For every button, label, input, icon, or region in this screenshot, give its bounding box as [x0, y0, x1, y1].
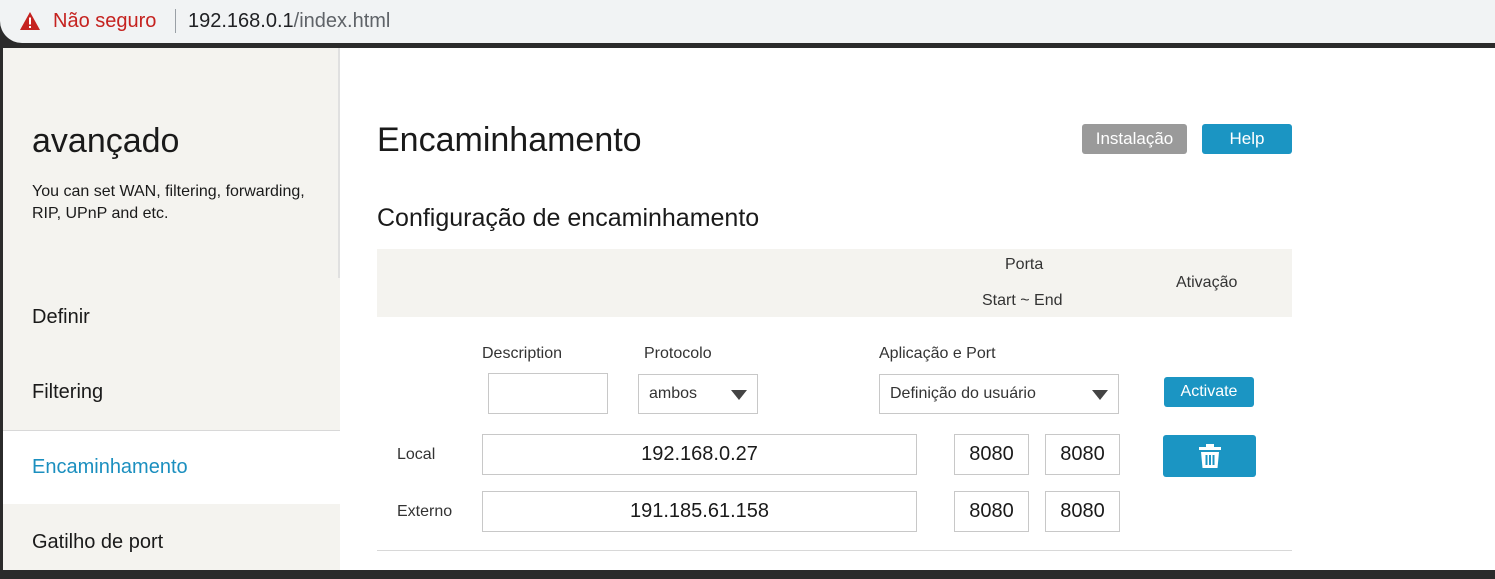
sidebar-item-gatilho-de-port[interactable]: Gatilho de port	[3, 505, 340, 579]
help-button[interactable]: Help	[1202, 124, 1292, 154]
security-status[interactable]: Não seguro	[53, 10, 156, 33]
delete-button[interactable]	[1163, 435, 1256, 477]
caret-down-icon	[731, 390, 747, 400]
external-port-end-input[interactable]: 8080	[1045, 491, 1120, 532]
sidebar-item-definir[interactable]: Definir	[3, 280, 340, 354]
url-host: 192.168.0.1	[188, 10, 294, 32]
protocol-value: ambos	[649, 385, 698, 402]
port-header: Porta	[1005, 256, 1044, 273]
external-port-start-input[interactable]: 8080	[954, 491, 1029, 532]
caret-down-icon	[1092, 390, 1108, 400]
description-input[interactable]	[488, 373, 608, 414]
local-port-end-input[interactable]: 8080	[1045, 434, 1120, 475]
sidebar-description: You can set WAN, filtering, forwarding, …	[32, 183, 305, 222]
external-label: Externo	[397, 503, 453, 520]
application-value: Definição do usuário	[890, 385, 1036, 402]
trash-icon	[1198, 444, 1221, 468]
sidebar: avançado You can set WAN, filtering, for…	[3, 48, 340, 570]
main-content: Encaminhamento Instalação Help Configura…	[377, 48, 1292, 570]
activation-header: Ativação	[1176, 274, 1238, 291]
start-end-header: Start ~ End	[982, 292, 1063, 309]
protocol-select[interactable]: ambos	[638, 374, 758, 414]
protocol-label: Protocolo	[644, 345, 712, 362]
local-label: Local	[397, 446, 436, 463]
warning-triangle-icon	[20, 12, 40, 30]
sidebar-title: avançado	[32, 122, 180, 160]
sidebar-item-filtering[interactable]: Filtering	[3, 355, 340, 429]
external-ip-input[interactable]: 191.185.61.158	[482, 491, 917, 532]
page-title: Encaminhamento	[377, 121, 642, 159]
local-port-start-input[interactable]: 8080	[954, 434, 1029, 475]
page: avançado You can set WAN, filtering, for…	[3, 48, 1495, 570]
table-header: Porta Start ~ End Ativação	[377, 249, 1292, 317]
sidebar-scrollbar[interactable]	[338, 48, 340, 278]
application-label: Aplicação e Port	[879, 345, 996, 362]
section-title: Configuração de encaminhamento	[377, 204, 760, 232]
install-button[interactable]: Instalação	[1082, 124, 1187, 154]
local-ip-input[interactable]: 192.168.0.27	[482, 434, 917, 475]
application-select[interactable]: Definição do usuário	[879, 374, 1119, 414]
sidebar-item-encaminhamento[interactable]: Encaminhamento	[3, 430, 340, 504]
url-text[interactable]: 192.168.0.1/index.html	[188, 10, 390, 33]
table-bottom-divider	[377, 550, 1292, 551]
url-path: /index.html	[293, 10, 391, 32]
description-label: Description	[482, 345, 563, 362]
browser-window: Não seguro 192.168.0.1/index.html avança…	[0, 0, 1495, 570]
address-separator	[175, 9, 176, 33]
address-bar[interactable]: Não seguro 192.168.0.1/index.html	[0, 0, 1495, 43]
activate-button[interactable]: Activate	[1164, 377, 1254, 407]
